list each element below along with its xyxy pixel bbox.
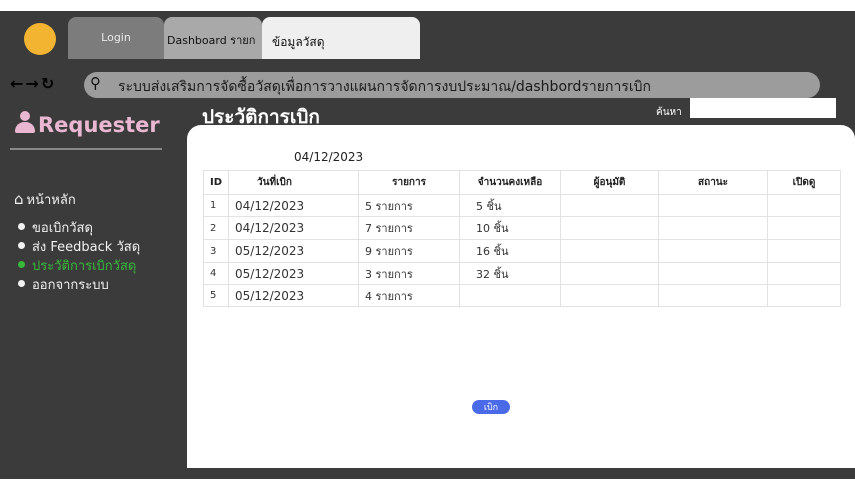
cell-status xyxy=(658,262,769,285)
sidebar-item-send-feedback[interactable]: ส่ง Feedback วัสดุ xyxy=(18,236,140,255)
tab-material-info[interactable]: ข้อมูลวัสดุ xyxy=(262,17,420,59)
tab-dashboard[interactable]: Dashboard รายก xyxy=(164,17,262,59)
home-icon: ⌂ xyxy=(14,190,24,208)
cell-view[interactable] xyxy=(767,194,842,217)
cell-items: 5 รายการ xyxy=(358,194,461,217)
search-label: ค้นหา xyxy=(656,107,682,118)
search-input[interactable] xyxy=(690,98,836,118)
sidebar-divider xyxy=(10,148,162,150)
cell-status xyxy=(658,239,769,263)
brand-label: Requester xyxy=(38,113,160,137)
sidebar-item-home[interactable]: ⌂ หน้าหลัก xyxy=(14,189,76,210)
cell-id: 1 xyxy=(202,194,230,217)
search-icon: ⚲ xyxy=(90,74,101,92)
back-arrow-icon[interactable]: ← xyxy=(10,74,25,93)
cell-id: 3 xyxy=(202,239,230,263)
cell-approver xyxy=(560,239,660,263)
brand: Requester xyxy=(14,111,160,137)
cell-view[interactable] xyxy=(767,262,842,285)
sidebar-item-logout[interactable]: ออกจากระบบ xyxy=(18,274,140,293)
sidebar-item-request-material[interactable]: ขอเบิกวัสดุ xyxy=(18,217,140,236)
sidebar-menu: ขอเบิกวัสดุ ส่ง Feedback วัสดุ ประวัติกา… xyxy=(18,217,140,293)
withdraw-button[interactable]: เบิก xyxy=(472,400,510,414)
sidebar: Requester ⌂ หน้าหลัก ขอเบิกวัสดุ ส่ง Feed… xyxy=(0,107,175,479)
column-header-id: ID xyxy=(202,170,230,195)
cell-remaining: 5 ชิ้น xyxy=(459,194,562,217)
cell-status xyxy=(658,194,769,217)
cell-view[interactable] xyxy=(767,284,842,307)
sidebar-home-label: หน้าหลัก xyxy=(26,193,76,208)
cell-remaining: 10 ชิ้น xyxy=(459,216,562,240)
column-header-date: วันที่เบิก xyxy=(228,170,360,195)
page-title: ประวัติการเบิก xyxy=(202,106,320,128)
table-header-row: ID วันที่เบิก รายการ จำนวนคงเหลือ ผู้อนุ… xyxy=(202,170,842,195)
cell-view[interactable] xyxy=(767,239,842,263)
tab-bar: Login Dashboard รายก ข้อมูลวัสดุ xyxy=(0,11,855,59)
address-bar[interactable]: ⚲ ระบบส่งเสริมการจัดซื้อวัสดุเพื่อการวาง… xyxy=(84,72,820,98)
reload-icon[interactable]: ↻ xyxy=(41,74,56,93)
table-row[interactable]: 3 05/12/2023 9 รายการ 16 ชิ้น xyxy=(202,239,842,263)
bullet-icon xyxy=(18,242,25,249)
table-row[interactable]: 5 05/12/2023 4 รายการ xyxy=(202,284,842,307)
sidebar-item-label: ออกจากระบบ xyxy=(32,278,109,293)
cell-id: 4 xyxy=(202,262,230,285)
table-row[interactable]: 4 05/12/2023 3 รายการ 32 ชิ้น xyxy=(202,262,842,285)
cell-approver xyxy=(560,216,660,240)
cell-date: 04/12/2023 xyxy=(228,194,360,217)
cell-remaining: 32 ชิ้น xyxy=(459,262,562,285)
address-url[interactable]: ระบบส่งเสริมการจัดซื้อวัสดุเพื่อการวางแผ… xyxy=(118,76,651,98)
column-header-items: รายการ xyxy=(358,170,461,195)
cell-remaining: 16 ชิ้น xyxy=(459,239,562,263)
cell-date: 05/12/2023 xyxy=(228,284,360,307)
column-header-view: เปิดดู xyxy=(767,170,842,195)
person-icon xyxy=(14,111,36,135)
sidebar-item-label: ประวัติการเบิกวัสดุ xyxy=(32,259,137,274)
cell-date: 05/12/2023 xyxy=(228,262,360,285)
bullet-icon xyxy=(18,280,25,287)
cell-items: 9 รายการ xyxy=(358,239,461,263)
cell-status xyxy=(658,284,769,307)
cell-status xyxy=(658,216,769,240)
tab-login[interactable]: Login xyxy=(68,17,164,59)
cell-id: 2 xyxy=(202,216,230,240)
cell-remaining xyxy=(459,284,562,307)
column-header-status: สถานะ xyxy=(658,170,769,195)
cell-date: 04/12/2023 xyxy=(228,216,360,240)
forward-arrow-icon[interactable]: → xyxy=(25,74,40,93)
bullet-icon xyxy=(18,223,25,230)
bullet-icon xyxy=(18,261,25,268)
cell-items: 4 รายการ xyxy=(358,284,461,307)
sidebar-item-label: ขอเบิกวัสดุ xyxy=(32,221,93,236)
cell-view[interactable] xyxy=(767,216,842,240)
cell-id: 5 xyxy=(202,284,230,307)
cell-approver xyxy=(560,284,660,307)
sidebar-item-withdraw-history[interactable]: ประวัติการเบิกวัสดุ xyxy=(18,255,140,274)
column-header-approver: ผู้อนุมัติ xyxy=(560,170,660,195)
cell-items: 7 รายการ xyxy=(358,216,461,240)
avatar-icon[interactable] xyxy=(24,23,56,55)
table-row[interactable]: 1 04/12/2023 5 รายการ 5 ชิ้น xyxy=(202,194,842,217)
cell-approver xyxy=(560,262,660,285)
table-row[interactable]: 2 04/12/2023 7 รายการ 10 ชิ้น xyxy=(202,216,842,240)
nav-controls: ←→↻ xyxy=(10,74,56,93)
withdraw-history-table: ID วันที่เบิก รายการ จำนวนคงเหลือ ผู้อนุ… xyxy=(202,170,842,307)
cell-items: 3 รายการ xyxy=(358,262,461,285)
cell-date: 05/12/2023 xyxy=(228,239,360,263)
sidebar-item-label: ส่ง Feedback วัสดุ xyxy=(32,240,141,255)
cell-approver xyxy=(560,194,660,217)
current-date: 04/12/2023 xyxy=(294,150,364,164)
column-header-remaining: จำนวนคงเหลือ xyxy=(459,170,562,195)
